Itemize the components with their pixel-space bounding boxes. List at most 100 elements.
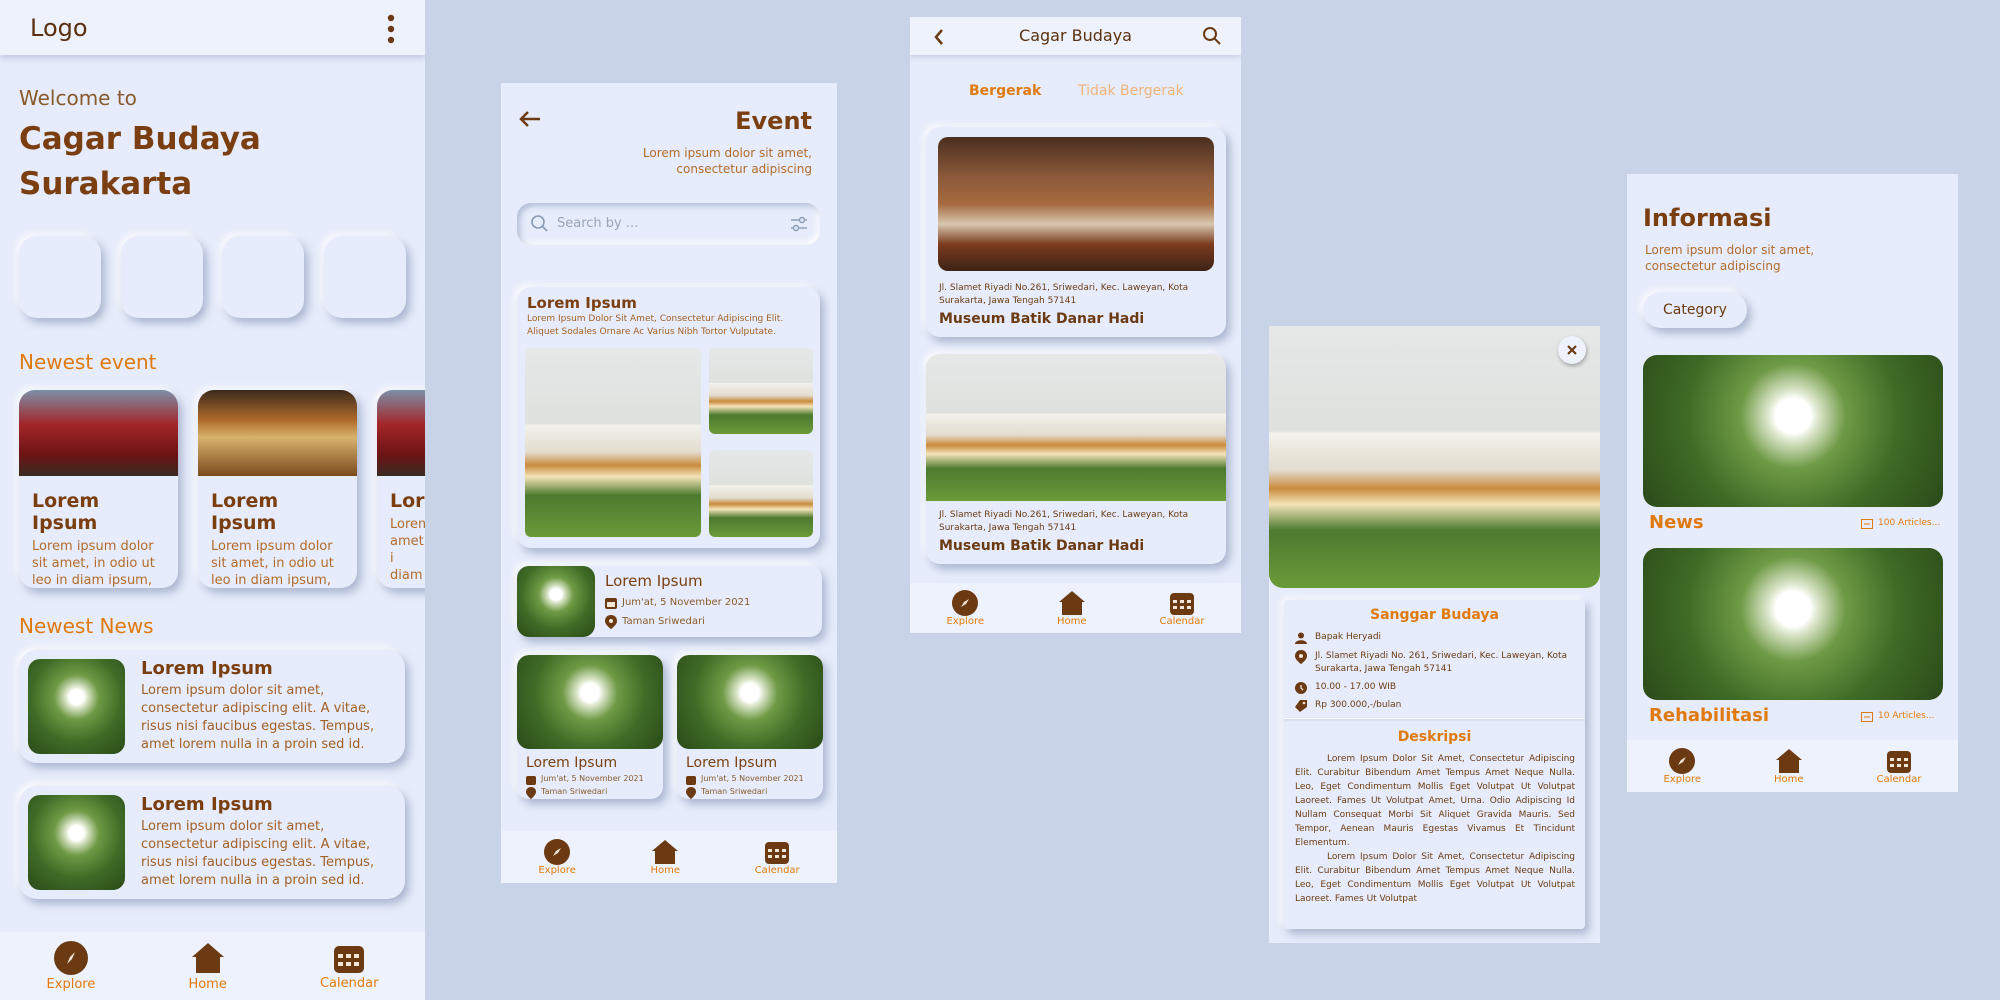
event-subtitle-line-1: Lorem ipsum dolor sit amet,: [642, 146, 812, 160]
news-section-title[interactable]: News: [1649, 512, 1704, 533]
rehabilitasi-section-title[interactable]: Rehabilitasi: [1649, 705, 1769, 726]
category-label: Category: [1663, 302, 1727, 318]
newest-event-heading: Newest event: [19, 350, 157, 374]
news-desc: Lorem ipsum dolor sit amet, consectetur …: [141, 683, 375, 752]
event-card[interactable]: Lorem Ipsum Lorem ipsum dolor sit amet, …: [198, 390, 357, 588]
event-grid-image: [517, 655, 663, 749]
welcome-text: Welcome to: [19, 86, 137, 110]
cagar-header: Cagar Budaya: [910, 17, 1241, 55]
nav-explore-label: Explore: [538, 864, 576, 876]
cagar-budaya-screen: Cagar Budaya Bergerak Tidak Bergerak Jl.…: [910, 17, 1241, 633]
cagar-item-card[interactable]: Jl. Slamet Riyadi No.261, Sriwedari, Kec…: [926, 127, 1226, 337]
tab-bergerak[interactable]: Bergerak: [969, 83, 1041, 99]
event-card[interactable]: Lorem Ipsum Lorem ipsum dolor sit amet, …: [19, 390, 178, 588]
description-text: Lorem Ipsum Dolor Sit Amet, Consectetur …: [1295, 752, 1575, 906]
event-card-title: Lorem Ipsum: [32, 490, 100, 534]
nav-home[interactable]: Home: [188, 941, 227, 992]
event-card-desc: Lorem amet, i diam: [390, 517, 425, 583]
home-icon: [191, 942, 224, 973]
nav-calendar-label: Calendar: [1876, 773, 1922, 785]
category-button[interactable]: Category: [1643, 292, 1747, 328]
featured-desc: Lorem Ipsum Dolor Sit Amet, Consectetur …: [527, 314, 784, 337]
rehabilitasi-section-count: 10 Articles...: [1878, 711, 1935, 721]
event-image: [19, 390, 178, 476]
person-icon: [1295, 632, 1307, 644]
cagar-title: Cagar Budaya: [1019, 26, 1132, 45]
compass-icon: [53, 940, 88, 975]
newest-news-heading: Newest News: [19, 614, 154, 638]
page-title: Cagar Budaya Surakarta: [19, 117, 261, 207]
info-subtitle: Lorem ipsum dolor sit amet, consectetur …: [1645, 242, 1814, 274]
home-icon: [1058, 590, 1085, 615]
description-paragraph-1: Lorem Ipsum Dolor Sit Amet, Consectetur …: [1295, 754, 1575, 848]
news-section-count: 100 Articles...: [1878, 518, 1941, 528]
category-button-3[interactable]: [222, 236, 304, 318]
home-screen: Logo Welcome to Cagar Budaya Surakarta N…: [0, 0, 425, 1000]
event-card-title: Lorem Ipsum: [211, 490, 279, 534]
nav-calendar-label: Calendar: [1159, 615, 1205, 627]
nav-home-label: Home: [650, 864, 681, 876]
featured-thumb-image: [709, 348, 813, 434]
nav-explore[interactable]: Explore: [946, 589, 985, 627]
tab-tidak-bergerak[interactable]: Tidak Bergerak: [1078, 83, 1184, 99]
event-image: [198, 390, 357, 476]
detail-address: Jl. Slamet Riyadi No. 261, Sriwedari, Ke…: [1315, 651, 1567, 674]
search-bar[interactable]: Search by ...: [517, 203, 820, 245]
nav-explore-label: Explore: [946, 615, 985, 627]
more-menu-icon[interactable]: [386, 14, 396, 44]
featured-title: Lorem Ipsum: [527, 294, 637, 312]
category-button-1[interactable]: [19, 236, 101, 318]
info-title: Informasi: [1643, 204, 1772, 232]
back-arrow-icon[interactable]: [519, 111, 541, 131]
event-grid-card[interactable]: Lorem Ipsum Jum'at, 5 November 2021 Tama…: [677, 655, 823, 799]
event-place: Taman Sriwedari: [701, 787, 768, 796]
featured-event-card[interactable]: Lorem Ipsum Lorem Ipsum Dolor Sit Amet, …: [517, 287, 820, 548]
cagar-item-image: [938, 137, 1214, 271]
cagar-item-name: Museum Batik Danar Hadi: [939, 538, 1145, 554]
event-card[interactable]: Lore Lorem amet, i diam: [377, 390, 425, 588]
cagar-item-address: Jl. Slamet Riyadi No.261, Sriwedari, Kec…: [939, 283, 1189, 306]
event-list-item[interactable]: Lorem Ipsum Jum'at, 5 November 2021 Tama…: [517, 566, 822, 637]
nav-explore-label: Explore: [1663, 773, 1702, 785]
location-pin-icon: [605, 615, 617, 629]
event-grid-title: Lorem Ipsum: [686, 755, 778, 771]
detail-price: Rp 300.000,-/bulan: [1315, 700, 1402, 710]
home-header: Logo: [0, 0, 425, 55]
price-tag-icon: [1295, 700, 1307, 712]
cagar-item-card[interactable]: Jl. Slamet Riyadi No.261, Sriwedari, Kec…: [926, 354, 1226, 564]
event-card-desc: Lorem ipsum dolor sit amet, in odio ut l…: [32, 539, 155, 588]
category-button-4[interactable]: [324, 236, 406, 318]
rehabilitasi-section-image[interactable]: [1643, 548, 1943, 700]
cagar-item-image: [926, 354, 1226, 501]
nav-explore[interactable]: Explore: [1663, 747, 1702, 785]
calendar-icon: [605, 598, 617, 609]
close-button[interactable]: [1558, 336, 1586, 364]
bottom-nav: Explore Home Calendar: [501, 831, 837, 883]
search-icon[interactable]: [1203, 27, 1221, 45]
nav-home[interactable]: Home: [1774, 748, 1804, 785]
nav-home-label: Home: [188, 976, 227, 992]
detail-name: Sanggar Budaya: [1369, 607, 1499, 623]
nav-calendar[interactable]: Calendar: [1876, 748, 1922, 785]
event-date: Jum'at, 5 November 2021: [541, 774, 644, 783]
news-section-image[interactable]: [1643, 355, 1943, 507]
nav-calendar[interactable]: Calendar: [320, 942, 378, 991]
news-card[interactable]: Lorem Ipsum Lorem ipsum dolor sit amet, …: [19, 650, 405, 763]
nav-home[interactable]: Home: [650, 839, 681, 876]
filter-icon[interactable]: [790, 216, 808, 232]
nav-explore[interactable]: Explore: [47, 940, 95, 992]
nav-explore[interactable]: Explore: [538, 838, 576, 876]
nav-calendar-label: Calendar: [754, 864, 800, 876]
nav-calendar[interactable]: Calendar: [755, 839, 800, 876]
search-input[interactable]: Search by ...: [557, 216, 638, 231]
category-button-2[interactable]: [121, 236, 203, 318]
nav-home[interactable]: Home: [1057, 590, 1087, 627]
news-card[interactable]: Lorem Ipsum Lorem ipsum dolor sit amet, …: [19, 786, 405, 899]
event-title: Event: [735, 107, 812, 135]
news-title: Lorem Ipsum: [141, 658, 273, 679]
news-image: [28, 659, 125, 754]
event-grid-card[interactable]: Lorem Ipsum Jum'at, 5 November 2021 Tama…: [517, 655, 663, 799]
calendar-icon: [765, 841, 790, 864]
nav-calendar[interactable]: Calendar: [1159, 590, 1205, 627]
detail-hero-image: [1269, 326, 1600, 588]
